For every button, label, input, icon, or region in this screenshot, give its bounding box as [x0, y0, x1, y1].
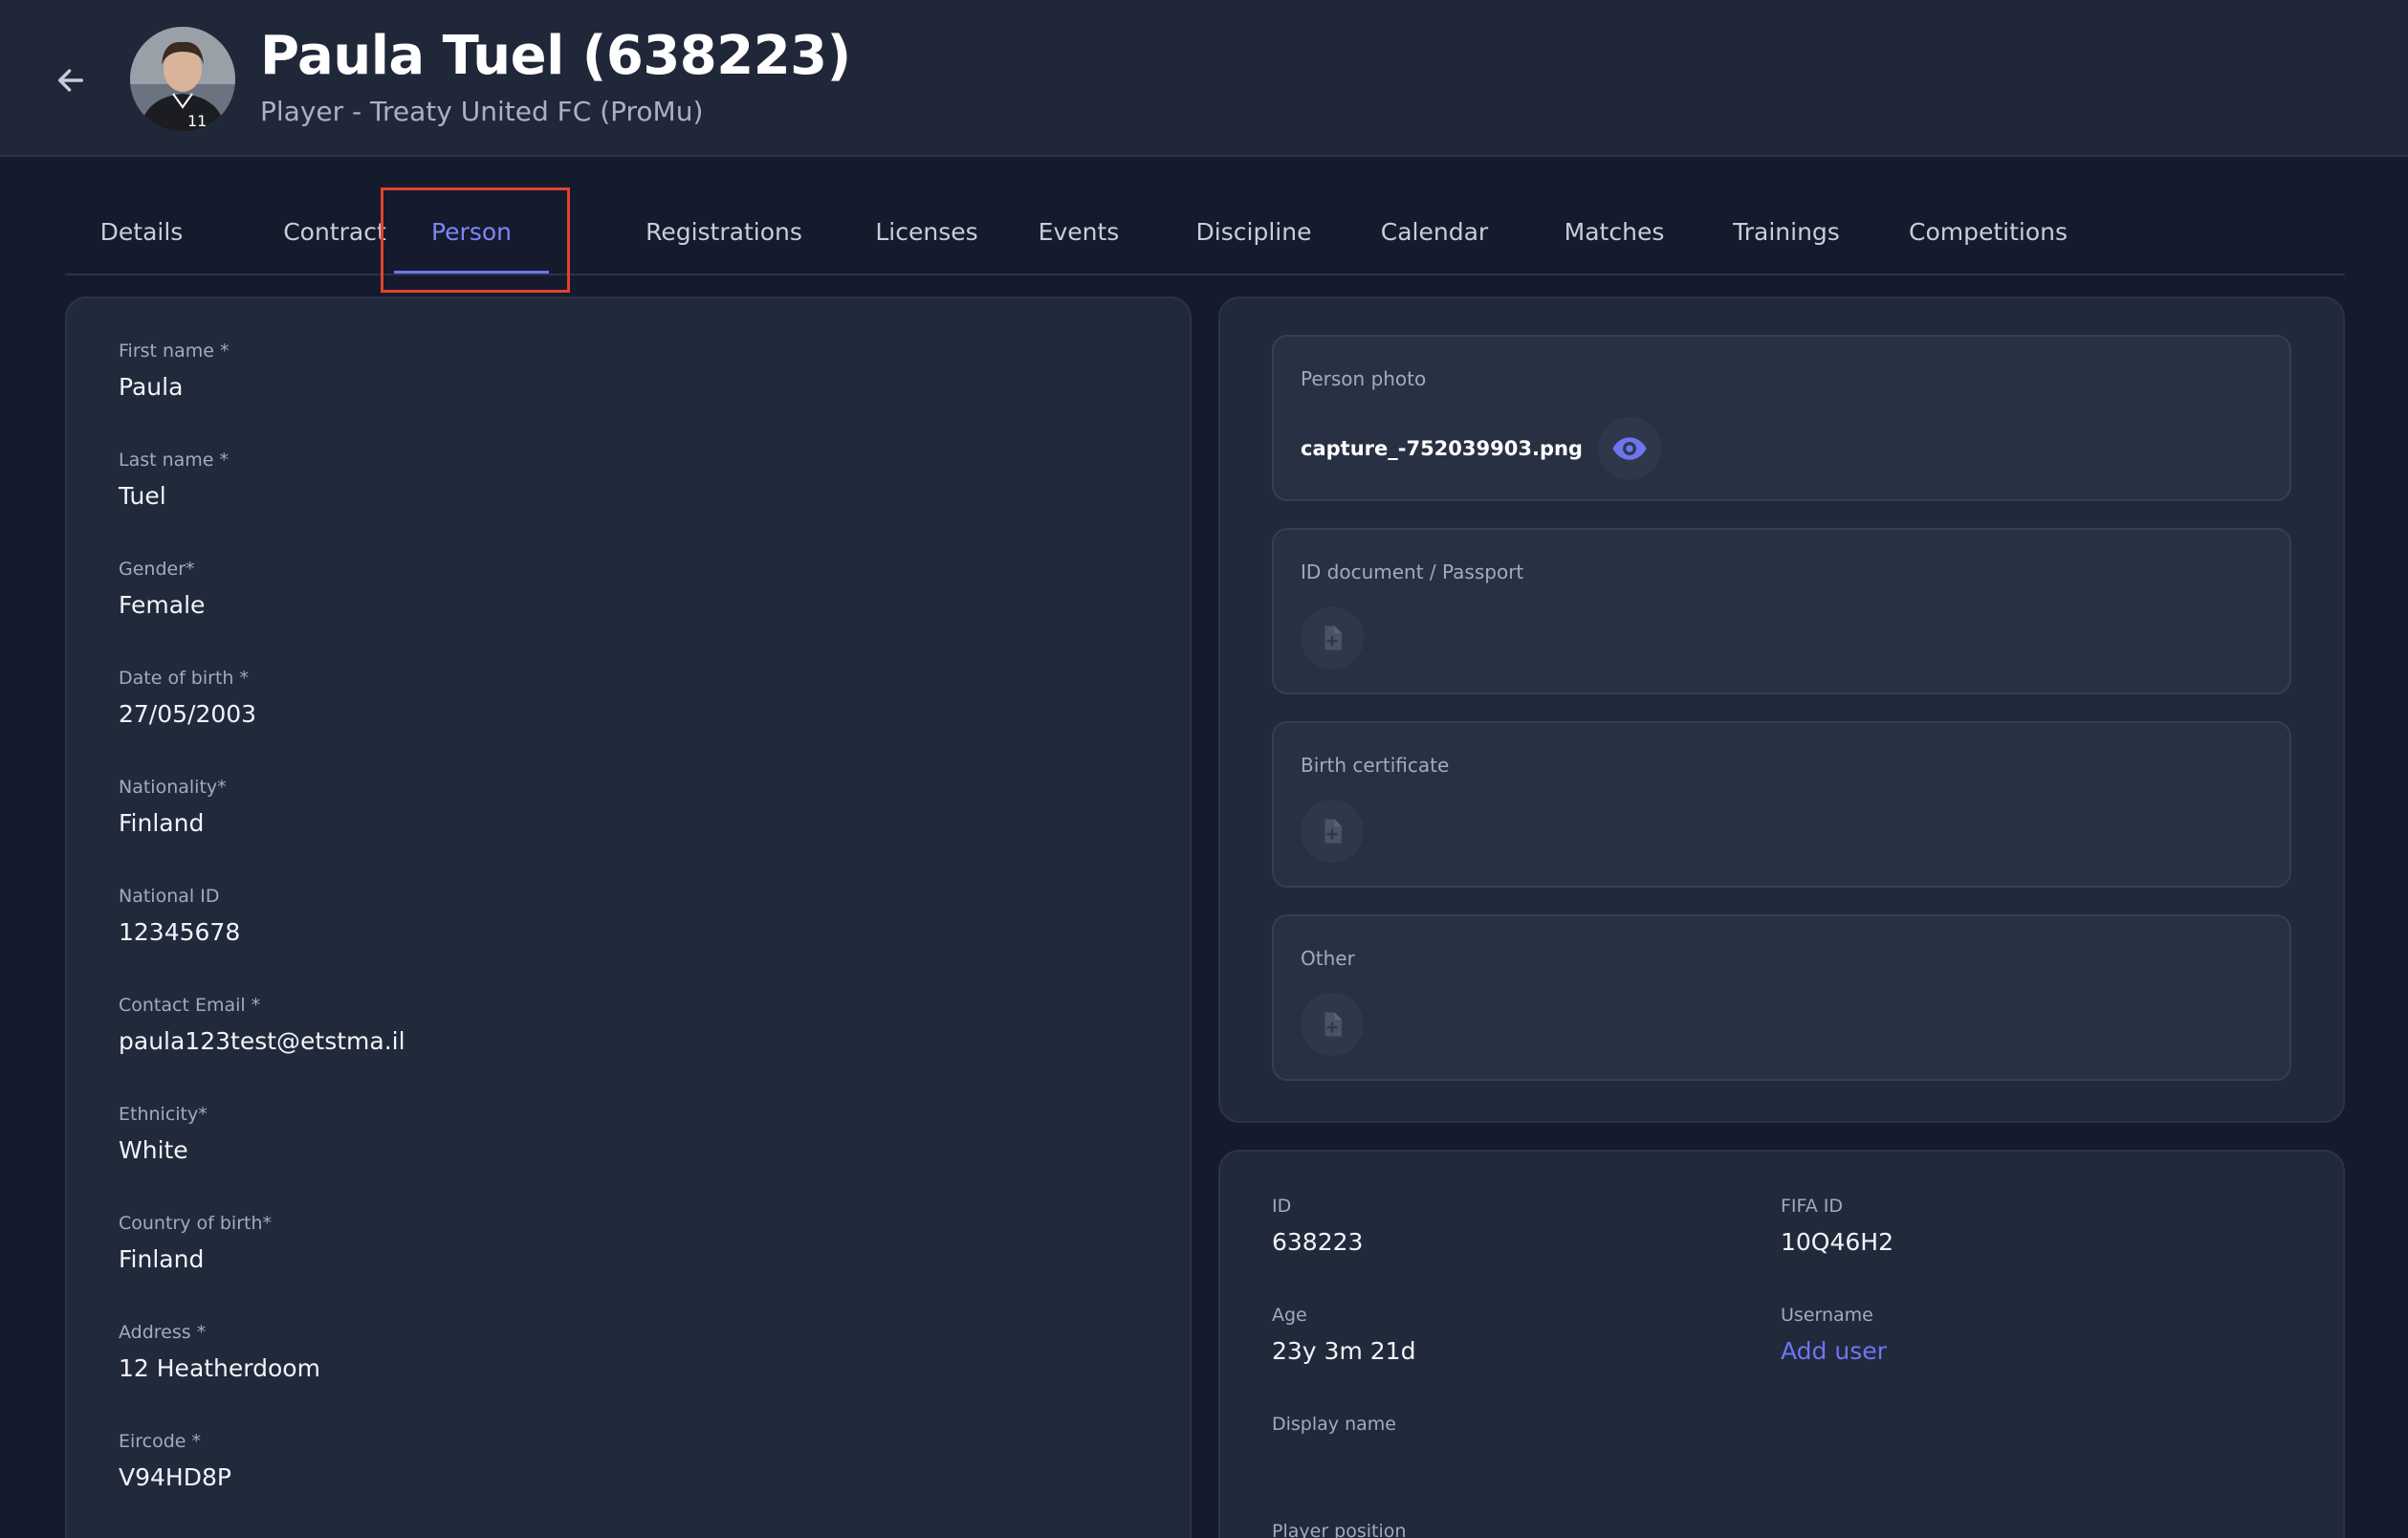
- field-country-of-birth: Country of birth* Finland: [119, 1213, 272, 1273]
- field-value: Paula: [119, 373, 184, 401]
- field-value: 10Q46H2: [1781, 1228, 1894, 1256]
- field-last-name: Last name * Tuel: [119, 450, 229, 510]
- field-label: ID: [1272, 1196, 1292, 1217]
- birth-certificate-box: Birth certificate: [1272, 721, 2291, 888]
- field-label: Contact Email *: [119, 995, 261, 1016]
- file-plus-icon: [1324, 1012, 1342, 1037]
- field-eircode: Eircode * V94HD8P: [119, 1431, 231, 1491]
- field-value: Finland: [119, 1245, 205, 1273]
- upload-id-document-button[interactable]: [1301, 606, 1364, 670]
- field-national-id: National ID 12345678: [119, 886, 240, 946]
- page-title: Paula Tuel (638223): [260, 25, 851, 87]
- other-document-box: Other: [1272, 914, 2291, 1081]
- field-value: paula123test@etstma.il: [119, 1027, 405, 1055]
- field-value: V94HD8P: [119, 1463, 231, 1491]
- doc-label: Person photo: [1301, 367, 1427, 390]
- view-photo-button[interactable]: [1597, 417, 1661, 480]
- field-label: FIFA ID: [1781, 1196, 1843, 1217]
- person-photo-file: capture_-752039903.png: [1301, 417, 1661, 480]
- add-user-link[interactable]: Add user: [1781, 1337, 1887, 1365]
- field-label: Display name: [1272, 1414, 1396, 1435]
- field-fifa-id: FIFA ID 10Q46H2: [1781, 1196, 1894, 1256]
- field-label: Age: [1272, 1305, 1307, 1326]
- avatar-number: 11: [187, 112, 207, 130]
- field-value: Finland: [119, 809, 205, 837]
- field-id: ID 638223: [1272, 1196, 1363, 1256]
- field-value: 12345678: [119, 918, 241, 946]
- avatar: 11: [130, 27, 235, 132]
- field-label: First name *: [119, 341, 230, 362]
- field-label: Username: [1781, 1305, 1873, 1326]
- file-plus-icon: [1324, 819, 1342, 844]
- field-label: Last name *: [119, 450, 230, 471]
- field-value: 638223: [1272, 1228, 1364, 1256]
- tab-details[interactable]: Details: [65, 187, 218, 275]
- field-value: Female: [119, 591, 206, 619]
- active-tab-indicator: [394, 271, 549, 274]
- file-plus-icon: [1324, 626, 1342, 650]
- field-gender: Gender* Female: [119, 559, 205, 619]
- field-label: Eircode *: [119, 1431, 202, 1452]
- field-label: Player position: [1272, 1521, 1407, 1538]
- back-button[interactable]: [50, 59, 92, 101]
- field-age: Age 23y 3m 21d: [1272, 1305, 1415, 1365]
- field-player-position: Player position: [1272, 1521, 1406, 1538]
- field-address: Address * 12 Heatherdoom: [119, 1322, 320, 1382]
- doc-label: Birth certificate: [1301, 754, 1450, 777]
- field-value: 12 Heatherdoom: [119, 1354, 320, 1382]
- tab-person[interactable]: Person: [394, 187, 549, 275]
- field-label: Date of birth *: [119, 668, 249, 689]
- tab-bar: Details Contract Person Registrations Li…: [65, 187, 2345, 275]
- doc-label: ID document / Passport: [1301, 560, 1524, 583]
- field-username: Username Add user: [1781, 1305, 1887, 1365]
- field-value: Tuel: [119, 482, 166, 510]
- field-label: National ID: [119, 886, 220, 907]
- field-label: Address *: [119, 1322, 207, 1343]
- upload-birth-certificate-button[interactable]: [1301, 800, 1364, 863]
- field-value: White: [119, 1136, 188, 1164]
- field-first-name: First name * Paula: [119, 341, 229, 401]
- field-label: Nationality*: [119, 777, 227, 798]
- id-document-box: ID document / Passport: [1272, 528, 2291, 694]
- field-label: Ethnicity*: [119, 1104, 208, 1125]
- field-label: Country of birth*: [119, 1213, 273, 1234]
- upload-other-document-button[interactable]: [1301, 993, 1364, 1056]
- page-header: 11 Paula Tuel (638223) Player - Treaty U…: [0, 0, 2408, 157]
- field-contact-email: Contact Email * paula123test@etstma.il: [119, 995, 405, 1055]
- field-nationality: Nationality* Finland: [119, 777, 227, 837]
- person-photo-box: Person photo capture_-752039903.png: [1272, 335, 2291, 501]
- file-name[interactable]: capture_-752039903.png: [1301, 437, 1583, 460]
- field-date-of-birth: Date of birth * 27/05/2003: [119, 668, 256, 728]
- doc-label: Other: [1301, 947, 1355, 970]
- field-label: Gender*: [119, 559, 195, 580]
- eye-icon: [1612, 437, 1647, 460]
- field-display-name: Display name: [1272, 1414, 1396, 1435]
- field-ethnicity: Ethnicity* White: [119, 1104, 208, 1164]
- tab-competitions[interactable]: Competitions: [1811, 187, 2165, 275]
- page-subtitle: Player - Treaty United FC (ProMu): [260, 96, 704, 127]
- field-value: 27/05/2003: [119, 700, 257, 728]
- field-value: 23y 3m 21d: [1272, 1337, 1416, 1365]
- arrow-left-icon: [57, 69, 84, 92]
